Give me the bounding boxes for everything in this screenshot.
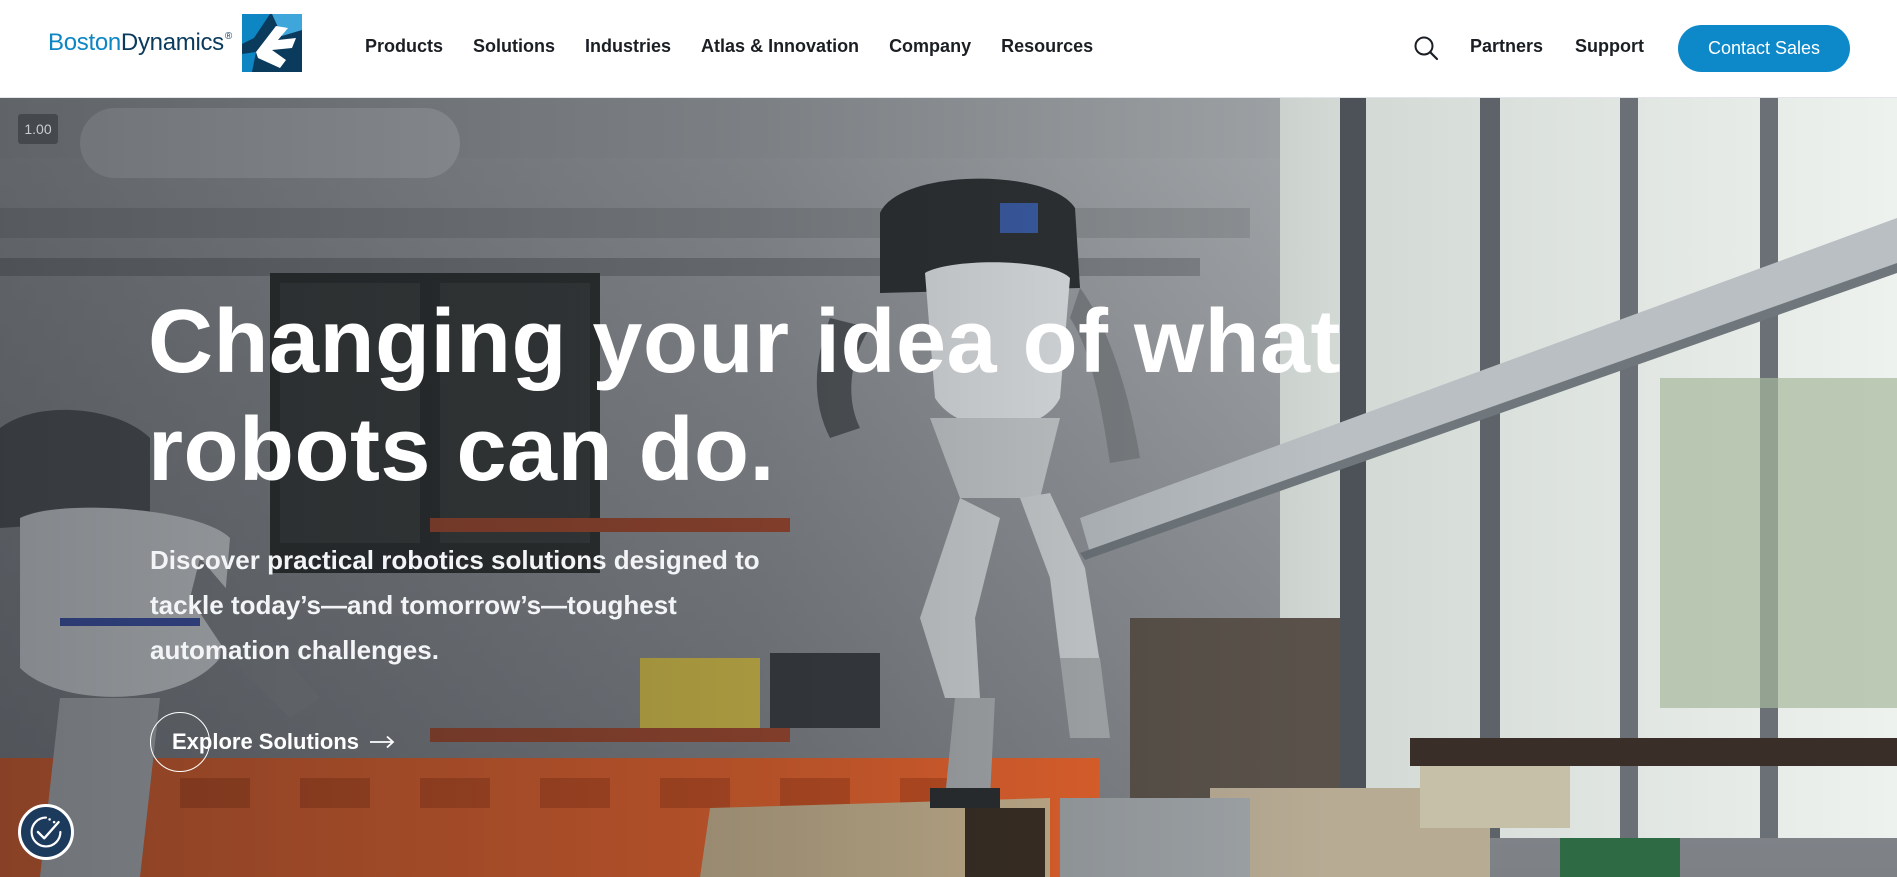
explore-solutions-link[interactable]: Explore Solutions: [150, 712, 395, 772]
nav-item-atlas-innovation[interactable]: Atlas & Innovation: [701, 36, 859, 57]
hero-subtext-line3: automation challenges.: [150, 635, 439, 665]
hero-headline-line1: Changing your idea of what: [148, 292, 1342, 392]
brand-name-part1: Boston: [48, 29, 121, 56]
hero-section: 1.00 Changing your idea of what robots c…: [0, 98, 1897, 877]
nav-item-products[interactable]: Products: [365, 36, 443, 57]
brand-name-part2: Dynamics: [120, 29, 224, 56]
partners-link[interactable]: Partners: [1470, 36, 1543, 57]
hero-subtext-line2: tackle today’s—and tomorrow’s—toughest: [150, 590, 677, 620]
accessibility-check-icon: [30, 816, 62, 848]
search-icon[interactable]: [1412, 34, 1440, 62]
nav-item-resources[interactable]: Resources: [1001, 36, 1093, 57]
boston-dynamics-logo-icon: [241, 14, 302, 72]
contact-sales-button[interactable]: Contact Sales: [1678, 25, 1850, 72]
arrow-right-icon: [370, 735, 395, 749]
hero-subtext-line1: Discover practical robotics solutions de…: [150, 545, 760, 575]
support-link[interactable]: Support: [1575, 36, 1644, 57]
playback-speed-badge[interactable]: 1.00: [18, 114, 58, 144]
nav-item-solutions[interactable]: Solutions: [473, 36, 555, 57]
brand-wordmark: BostonDynamics®: [48, 29, 232, 57]
site-header: BostonDynamics® Products Solutions Indus…: [0, 0, 1897, 98]
nav-item-industries[interactable]: Industries: [585, 36, 671, 57]
hero-subtext: Discover practical robotics solutions de…: [150, 538, 850, 673]
hero-headline-line2: robots can do.: [148, 400, 776, 500]
accessibility-button[interactable]: [18, 804, 74, 860]
hero-headline: Changing your idea of what robots can do…: [148, 288, 1408, 504]
brand-logo[interactable]: BostonDynamics®: [48, 14, 302, 72]
explore-solutions-label: Explore Solutions: [172, 729, 360, 754]
nav-item-company[interactable]: Company: [889, 36, 971, 57]
primary-nav: Products Solutions Industries Atlas & In…: [365, 36, 1123, 57]
registered-mark: ®: [224, 31, 232, 42]
